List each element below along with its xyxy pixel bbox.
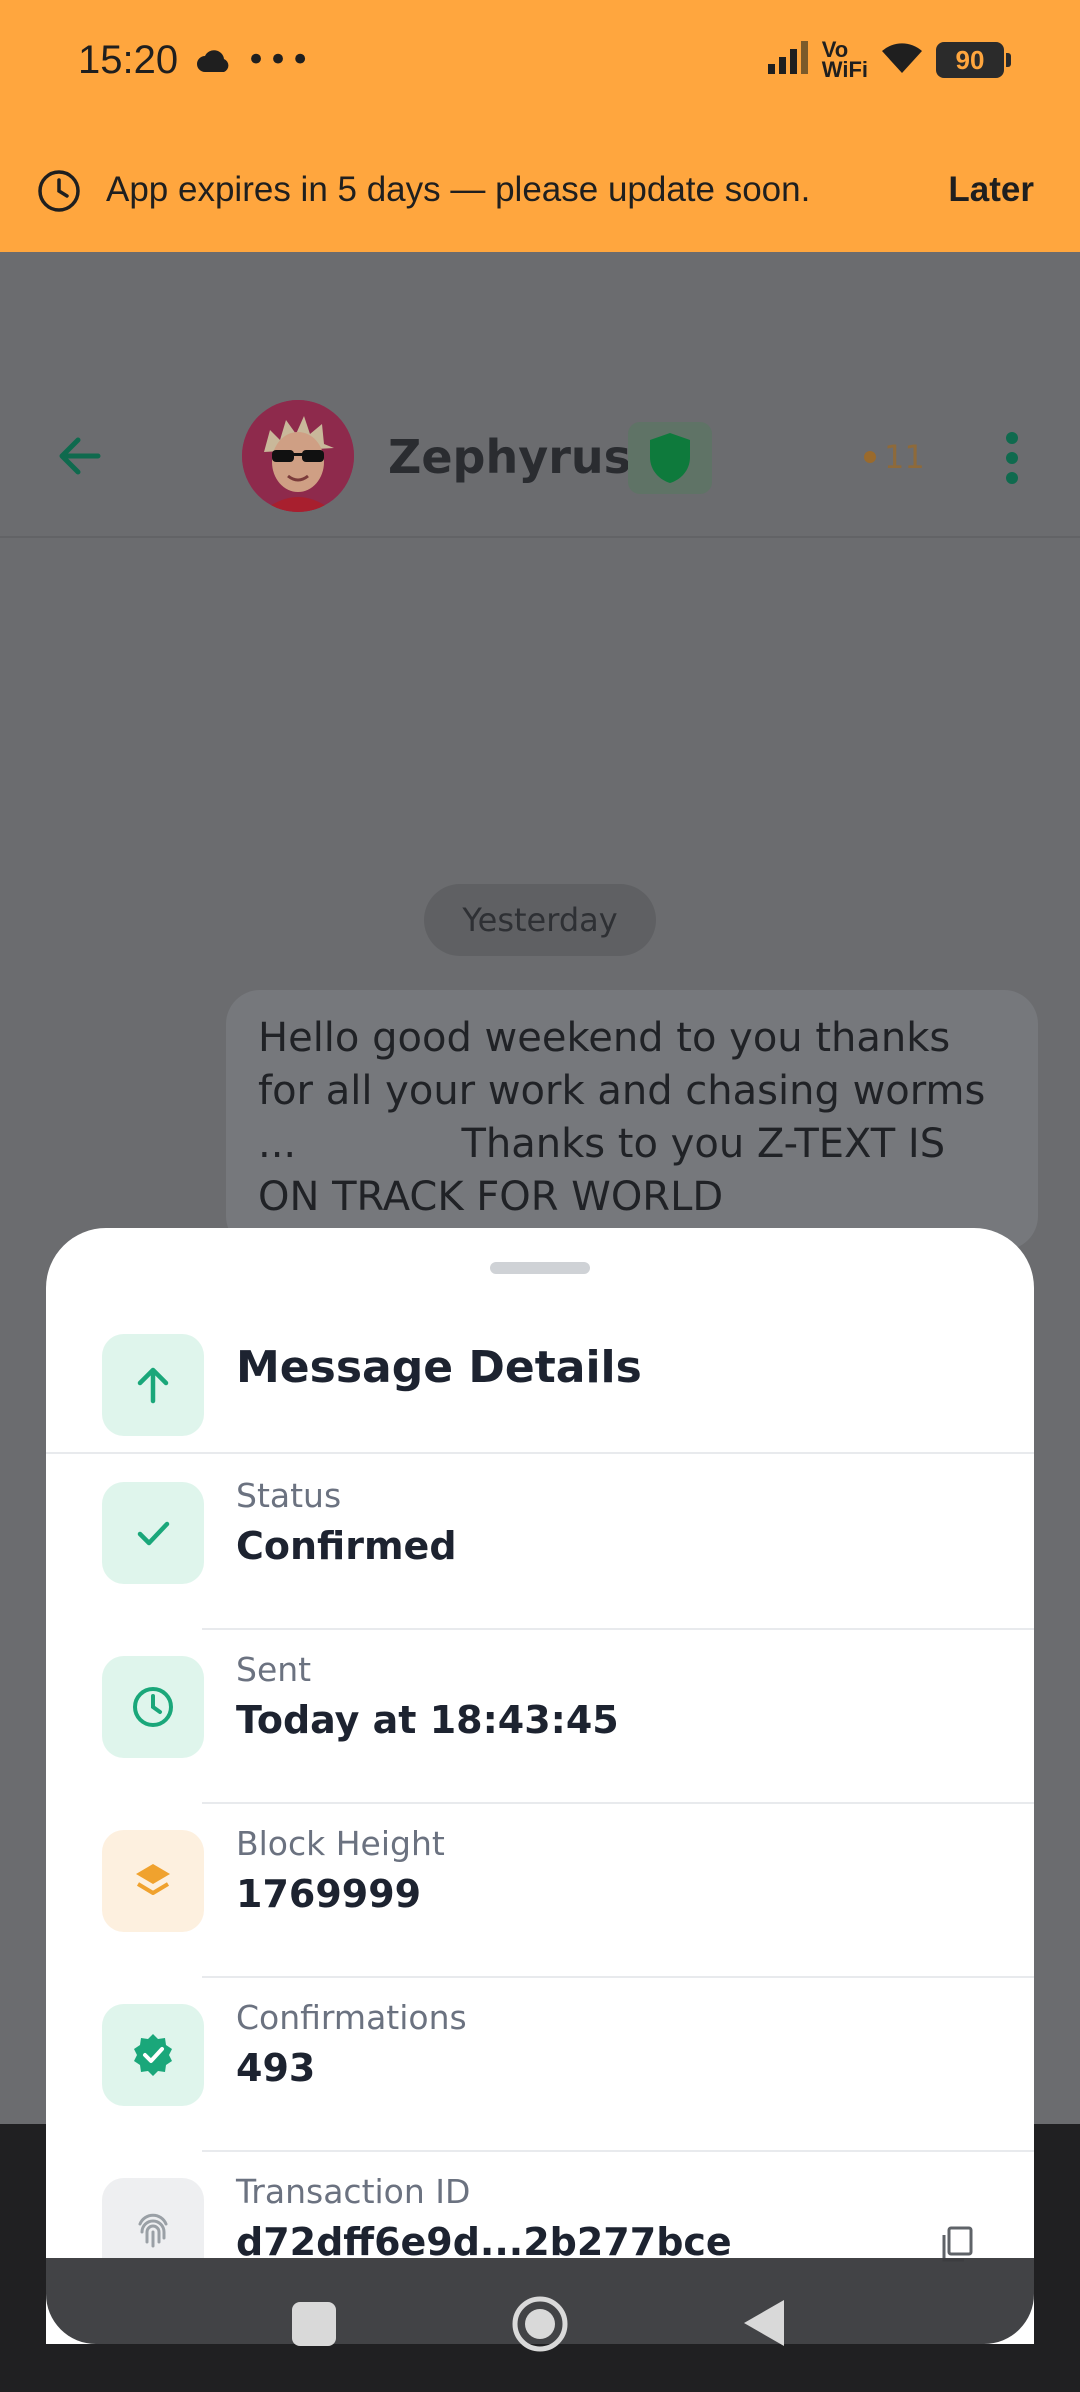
- drag-handle[interactable]: [490, 1262, 590, 1274]
- check-icon: [102, 1482, 204, 1584]
- cloud-icon: [196, 50, 232, 78]
- detail-value: 493: [236, 2046, 316, 2090]
- more-vertical-icon[interactable]: [1000, 430, 1024, 490]
- chat-header: Zephyrus 11: [0, 380, 1080, 538]
- detail-label: Confirmations: [236, 1998, 467, 2037]
- clock-icon: [36, 168, 82, 218]
- status-bar: 15:20 ••• Vo WiFi 90: [0, 0, 1080, 130]
- detail-row-confirmations: Confirmations 493: [46, 1978, 1034, 2152]
- detail-row-status: Status Confirmed: [46, 1456, 1034, 1630]
- status-time: 15:20: [78, 38, 179, 82]
- contact-name[interactable]: Zephyrus: [388, 430, 631, 484]
- back-triangle-icon[interactable]: [742, 2298, 786, 2352]
- shield-icon: [650, 433, 690, 483]
- avatar[interactable]: [242, 400, 354, 512]
- sheet-title: Message Details: [236, 1342, 642, 1393]
- status-indicators: Vo WiFi 90: [766, 37, 1011, 82]
- arrow-up-icon: [102, 1334, 204, 1436]
- battery-indicator: 90: [936, 42, 1011, 78]
- wifi-icon: [880, 41, 924, 79]
- detail-label: Block Height: [236, 1824, 445, 1863]
- message-text: Hello good weekend to you thanks for all…: [258, 1015, 986, 1220]
- verified-badge-icon: [102, 2004, 204, 2106]
- detail-label: Transaction ID: [236, 2172, 471, 2211]
- clock-icon: [102, 1656, 204, 1758]
- points-value: 11: [884, 438, 925, 476]
- detail-value: 1769999: [236, 1872, 422, 1916]
- banner-message: App expires in 5 days — please update so…: [106, 170, 811, 209]
- detail-value: Today at 18:43:45: [236, 1698, 619, 1742]
- system-nav-bar: [0, 2258, 1080, 2392]
- detail-label: Sent: [236, 1650, 312, 1689]
- detail-label: Status: [236, 1476, 342, 1515]
- layers-icon: [102, 1830, 204, 1932]
- vowifi-label: Vo WiFi: [821, 37, 868, 82]
- detail-value: Confirmed: [236, 1524, 457, 1568]
- sheet-header: Message Details: [46, 1316, 1034, 1454]
- date-separator: Yesterday: [424, 884, 656, 956]
- back-arrow-icon[interactable]: [54, 430, 106, 486]
- later-button[interactable]: Later: [948, 170, 1034, 210]
- points-counter[interactable]: 11: [864, 438, 925, 476]
- points-dot-icon: [864, 451, 876, 463]
- detail-row-sent: Sent Today at 18:43:45: [46, 1630, 1034, 1804]
- message-bubble[interactable]: Hello good weekend to you thanks for all…: [226, 990, 1038, 1250]
- detail-row-block-height: Block Height 1769999: [46, 1804, 1034, 1978]
- recents-icon[interactable]: [292, 2302, 336, 2346]
- signal-icon: [766, 40, 810, 80]
- verified-shield-badge[interactable]: [628, 422, 712, 494]
- notification-dots: •••: [246, 40, 313, 80]
- home-icon[interactable]: [510, 2294, 570, 2358]
- expiry-banner: App expires in 5 days — please update so…: [0, 130, 1080, 252]
- message-details-sheet: Message Details Status Confirmed Sent To…: [46, 1228, 1034, 2344]
